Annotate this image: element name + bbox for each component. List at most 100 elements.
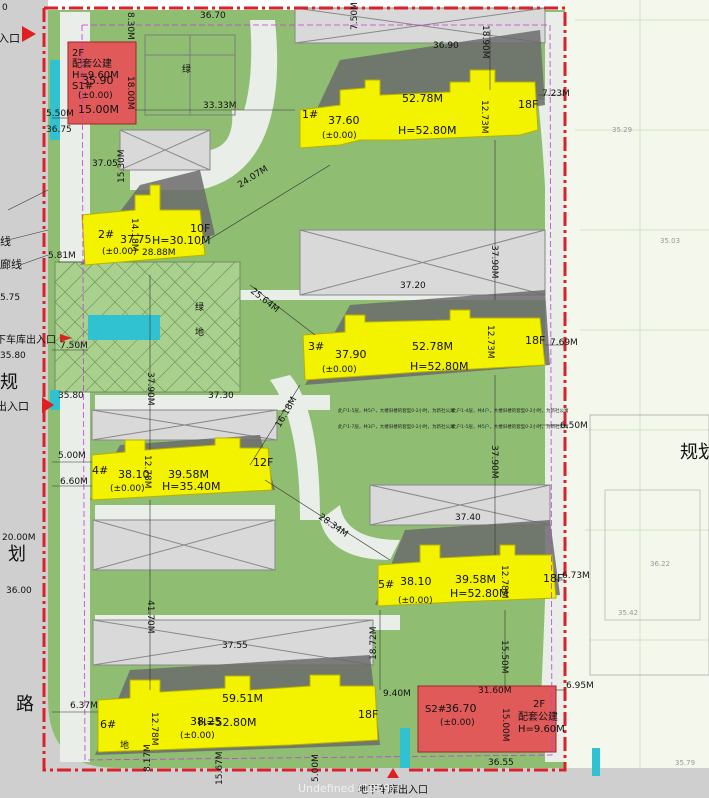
edge-n24: 35.03 [660,237,680,245]
edge-n12: 6.37M [70,701,98,711]
b5-elev: 38.10 [400,575,432,588]
s1-name: 配套公建 [72,57,112,70]
edge-n8: 5.00M [58,451,86,461]
dim-d7: 37.90M [489,245,499,279]
b6-top-elev: 37.55 [222,641,248,651]
label-hua: 划 [8,544,26,565]
s2-floors: 2F [533,699,545,710]
dim-d12: 37.90M [489,445,499,479]
b4-width: 39.58M [168,468,209,481]
label-plan: 规 [0,372,18,393]
label-exit2: 出入口 [0,399,29,413]
edge-n13: 8.17M [143,744,153,772]
edge-n23: 35.29 [612,126,632,134]
site-plan: 入口 线 廊线 下车库出入口 规 出入口 划 路 规划 地下车库出入口 Unde… [0,0,709,798]
edge-top-left: 0 [2,3,8,13]
edge-n3: 5.81M [48,251,76,261]
s2-height: H=9.60M [518,724,565,735]
b4-zero: (±0.00) [110,484,145,494]
b5-floors: 18F [543,572,563,585]
label-garage-exit: 下车库出入口 [0,333,56,346]
b6-zero: (±0.00) [180,731,215,741]
note-2: 此户1-4层，共4户，大楼旧楼的套型0-2小时，为新社公寓 [452,407,569,414]
b6-width: 59.51M [222,692,263,705]
b1-floors: 18F [518,98,538,111]
edge-n1: 5.50M [46,109,74,119]
b2-width: 28.88M [142,248,176,258]
b3-width: 52.78M [412,340,453,353]
b5-zero: (±0.00) [398,596,433,606]
s2-depth: 15.00M [500,708,510,742]
b4-num: 4# [92,464,108,477]
b2-floors: 10F [190,222,210,235]
site-plan-drawing: 入口 线 廊线 下车库出入口 规 出入口 划 路 规划 地下车库出入口 Unde… [0,0,709,798]
label-right-plan: 规划 [680,442,709,463]
b3-num: 3# [308,340,324,353]
b1-height: H=52.80M [398,124,456,137]
b5-width: 39.58M [455,573,496,586]
right-gate [592,748,600,776]
dim-d11: 15.50M [499,640,509,674]
b5-num: 5# [378,578,394,591]
s2-width: 31.60M [478,686,512,696]
b1-top-elev: 36.90 [433,41,459,51]
b1-top-width: 18.90M [480,25,490,59]
bottom-gate [401,750,409,768]
label-lu: 路 [16,694,34,715]
dim-d13: 37.40 [455,513,481,523]
b2-top-elev: 37.05 [92,159,118,169]
edge-n22: 6.73M [562,571,590,581]
edge-n6: 7.50M [60,341,88,351]
b1-zero: (±0.00) [322,131,357,141]
b6-num: 6# [100,718,116,731]
b2-height: H=30.10M [152,234,210,247]
edge-n4: 5.75 [0,293,20,303]
note-4: 此户1-5层，共5户，大楼旧楼的套型0-2小时，为新社公寓 [452,423,569,430]
s2-name: 配套公建 [518,710,558,723]
edge-n20: 7.69M [550,338,578,348]
green-mark-3: 地 [195,326,204,338]
b1-depth: 12.73M [479,100,489,134]
pool [88,315,160,340]
edge-n27: 35.79 [675,759,695,767]
edge-n5: 35.80 [0,351,26,361]
s1-zero: (±0.00) [78,91,113,101]
note-1: 此户1-5层，共5户，大楼旧楼的套型0-2小时，为新社公寓 [338,407,455,414]
b4-floors: 12F [253,456,273,469]
edge-n16: 9.40M [383,689,411,699]
b2-num: 2# [98,228,114,241]
building-6 [97,674,379,753]
edge-n14: 15.67M [215,751,225,785]
b1-elev: 37.60 [328,114,360,127]
dim-d1: 33.33M [203,101,237,111]
b3-zero: (±0.00) [322,365,357,375]
edge-n18: 36.55 [488,758,514,768]
b2-depth: 14.18M [129,218,139,252]
s1-elev: 35.90 [82,74,114,87]
label-line2: 廊线 [0,257,22,271]
s1-side: 8.30M [125,12,135,40]
dim-d3: 15.30M [117,149,127,183]
b6-depth: 12.78M [149,712,159,746]
b6-floors: 18F [358,708,378,721]
s2-elev: 36.70 [445,702,477,715]
b4-top-elev: 37.30 [208,391,234,401]
edge-n7: 35.80 [58,391,84,401]
b5-depth: 12.78M [499,565,509,599]
s2-code: S2# [425,704,446,715]
green-mark-2: 绿 [195,301,204,313]
edge-n9: 6.60M [60,477,88,487]
s2-zero: (±0.00) [440,718,475,728]
edge-n15: 5.00M [311,754,321,782]
b3-depth: 12.73M [485,325,495,359]
edge-n19: 7.23M [542,89,570,99]
s1-width: 15.00M [78,103,119,116]
dim-top2: 7.50M [350,2,360,30]
edge-n25: 36.22 [650,560,670,568]
dim-d5: 37.90M [145,372,155,406]
b4-height: H=35.40M [162,480,220,493]
dim-d9: 41.70M [145,600,155,634]
right-land [560,0,709,798]
green-mark-4: 地 [120,739,129,751]
b3-floors: 18F [525,334,545,347]
